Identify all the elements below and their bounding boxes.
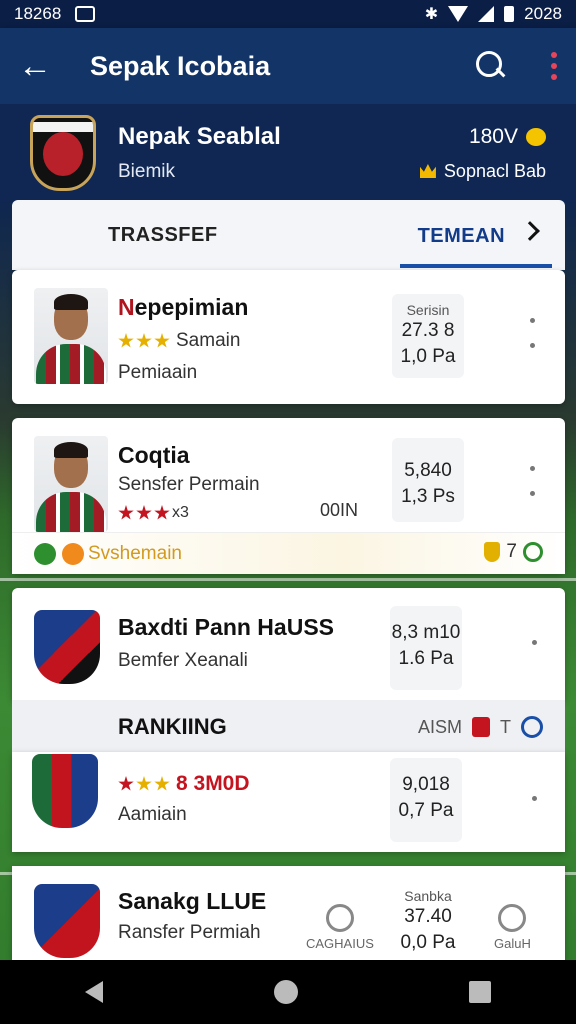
ranking-num: T [500,716,511,737]
more-options-icon[interactable] [550,52,558,80]
player-role: Pemiaain [118,362,198,383]
badge-icon [472,717,490,737]
active-tab-indicator [400,264,552,268]
bluetooth-icon: ✱ [424,6,439,23]
crown-icon [419,164,436,178]
card-more-icon[interactable] [532,796,537,801]
shortcut-button[interactable]: CAGHAIUS [306,904,374,951]
star-icon [136,333,152,348]
favorite-icon[interactable] [526,127,546,146]
shield-icon [484,542,501,562]
card-more-icon[interactable] [530,318,535,348]
player-stats: 5,840 1,3 Ps [392,438,464,522]
player-rating: Samain [118,330,240,352]
star-icon [136,776,152,791]
status-bar: 18268 ✱ 2028 [0,0,576,28]
ranked-club-card[interactable]: 8 3M0D Aamiain 9,018 0,7 Pa [12,752,565,852]
ranked-club-card[interactable]: Sanakg LLUE Ransfer Permiah CAGHAIUS San… [12,866,565,960]
ranking-label: AISM [417,716,462,737]
club-crest-icon [34,884,100,958]
ranking-title: RANKIING [118,714,227,739]
card-more-icon[interactable] [530,466,535,496]
clock-icon[interactable] [521,716,543,738]
chevron-right-icon[interactable] [520,221,540,241]
app-title: Sepak Icobaia [90,50,271,81]
player-rating: x3 [118,504,189,522]
pitch-line [0,578,576,581]
club-stats: 9,018 0,7 Pa [390,758,462,842]
club-rank-label: Sopnacl Bab [443,160,546,181]
club-card[interactable]: Baxdti Pann HaUSS Bemfer Xeanali 8,3 m10… [12,588,565,700]
player-avatar [34,288,108,384]
club-rating: 8 3M0D [118,772,250,796]
tab-bar: TRASSFEF TEMEAN [12,200,565,270]
card-more-icon[interactable] [532,640,537,645]
club-name: Sanakg LLUE [118,888,267,914]
notification-icon [75,6,96,22]
medal-icon [62,543,84,565]
star-icon [154,776,170,791]
signal-icon [478,6,495,22]
wifi-icon [448,6,469,22]
star-icon [118,333,134,348]
club-score: 180V [468,124,518,148]
tab-transfer[interactable]: TRASSFEF [108,224,218,247]
promo-strip[interactable]: Svshemain 7 [12,532,565,574]
star-icon [154,505,170,520]
player-card[interactable]: Nepepimian Samain Pemiaain Serisin 27.3 … [12,270,565,404]
ranking-header: RANKIING AISM T [12,700,565,752]
player-code: 00IN [320,500,359,520]
player-name: Coqtia [118,442,190,468]
nav-recent-icon[interactable] [468,981,491,1003]
club-subtitle: Bemfer Xeanali [118,650,248,671]
player-position: Samain [176,330,241,351]
ball-icon [325,904,354,932]
status-right-text: 2028 [524,4,562,23]
player-stats: Serisin 27.3 8 1,0 Pa [392,294,464,378]
club-subtitle: Biemik [118,161,176,182]
back-arrow-icon[interactable]: ← [18,47,58,86]
club-header: Nepak Seablal Biemik 180V Sopnacl Bab [0,104,576,202]
battery-icon [504,6,515,22]
club-crest-icon [32,754,98,828]
club-name: Baxdti Pann HaUSS [118,614,334,640]
refresh-icon[interactable] [523,542,543,562]
star-icon [154,333,170,348]
player-position: Sensfer Permain [118,474,260,495]
nav-home-icon[interactable] [273,980,298,1004]
search-icon[interactable] [476,51,506,81]
player-name: Nepepimian [118,294,249,320]
promo-count: 7 [506,541,517,562]
club-stats: Sanbka 37.40 0,0 Pa [400,888,456,953]
star-icon [136,505,152,520]
club-subtitle: Ransfer Permiah [118,922,261,943]
promo-text: Svshemain [88,543,182,564]
player-avatar [34,436,108,532]
club-crest-icon [34,610,100,684]
club-subtitle: Aamiain [118,804,187,825]
club-stats: 8,3 m10 1.6 Pa [390,606,462,690]
club-crest-icon [30,115,96,191]
star-icon [118,505,134,520]
club-name: Nepak Seablal [118,123,281,150]
app-bar: ← Sepak Icobaia [0,28,576,104]
tab-temean[interactable]: TEMEAN [416,200,507,270]
check-icon [34,543,56,565]
nav-back-icon[interactable] [85,981,104,1003]
status-time: 18268 [14,4,62,23]
shortcut-button[interactable]: GaluH [494,904,531,951]
star-icon [118,776,134,791]
system-nav-bar [0,960,576,1024]
search-icon [498,904,527,932]
